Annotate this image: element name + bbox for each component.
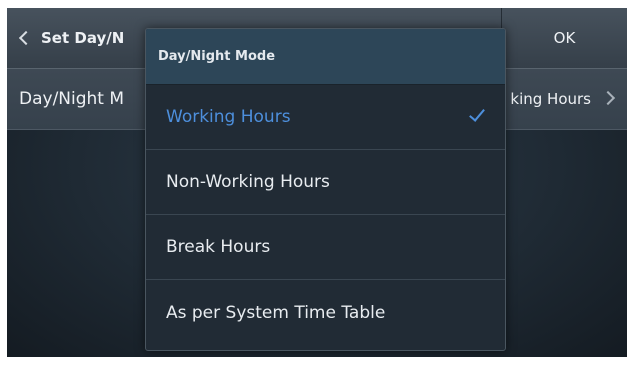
- chevron-left-icon: [18, 30, 34, 46]
- option-working-hours[interactable]: Working Hours: [146, 85, 505, 150]
- option-system-time-table[interactable]: As per System Time Table: [146, 280, 505, 345]
- page-title: Set Day/N: [41, 29, 125, 47]
- option-break-hours[interactable]: Break Hours: [146, 215, 505, 280]
- chevron-right-icon: [600, 90, 616, 106]
- setting-value: king Hours: [510, 90, 591, 108]
- option-label: Break Hours: [166, 237, 271, 257]
- check-icon: [469, 105, 485, 122]
- setting-label: Day/Night M: [19, 89, 125, 109]
- back-button[interactable]: Set Day/N: [7, 8, 157, 68]
- option-label: As per System Time Table: [166, 302, 386, 323]
- option-label: Non-Working Hours: [166, 172, 330, 192]
- dropdown-title: Day/Night Mode: [146, 29, 505, 85]
- ok-button[interactable]: OK: [501, 8, 627, 68]
- device-screen: Set Day/N OK Day/Night M king Hours Day/…: [7, 8, 627, 357]
- option-non-working-hours[interactable]: Non-Working Hours: [146, 150, 505, 215]
- option-label: Working Hours: [166, 107, 291, 127]
- day-night-mode-dropdown: Day/Night Mode Working Hours Non-Working…: [145, 28, 506, 351]
